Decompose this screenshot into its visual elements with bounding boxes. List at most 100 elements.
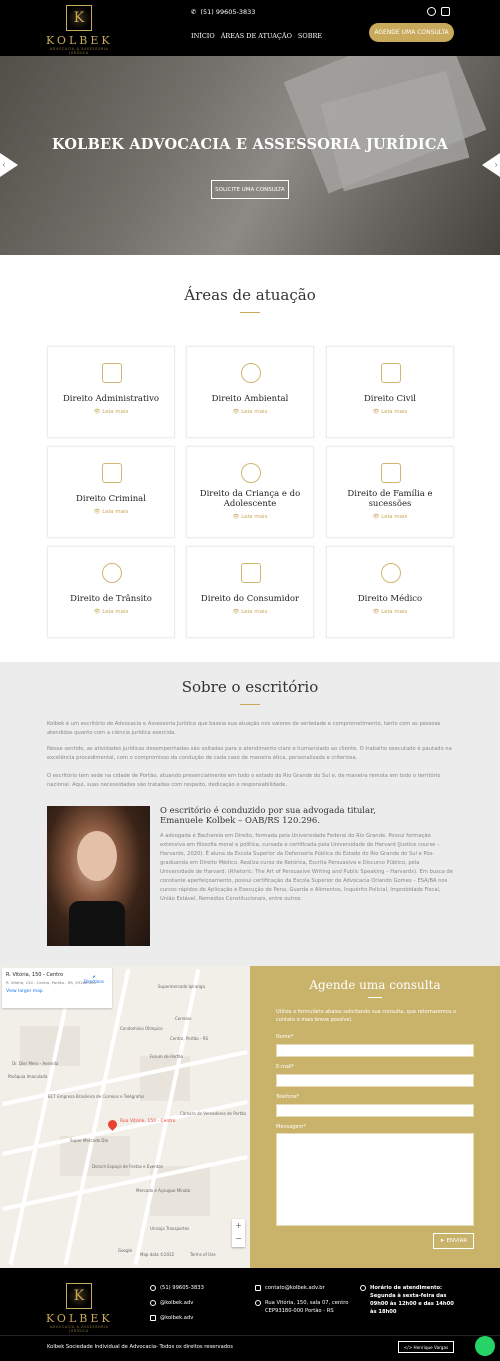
footer-address-text: Rua Vitória, 150, sala 07, centro CEP931… bbox=[265, 1300, 349, 1314]
doctor-icon bbox=[381, 563, 401, 583]
zoom-out-icon[interactable]: − bbox=[232, 1232, 245, 1245]
area-card-title: Direito de Trânsito bbox=[70, 594, 152, 604]
area-card-consumidor[interactable]: Direito do Consumidor 👁 Leia mais bbox=[186, 546, 314, 638]
map-pin-label: Rua Vitória, 150 - Centro bbox=[120, 1119, 176, 1124]
lawyer-name: Emanuele Kolbek – OAB/RS 120.296. bbox=[160, 816, 320, 826]
read-more-label: Leia mais bbox=[381, 409, 408, 415]
area-card-familia[interactable]: Direito de Família e sucessões 👁 Leia ma… bbox=[326, 446, 454, 538]
phone-field[interactable] bbox=[276, 1104, 474, 1117]
read-more-link[interactable]: 👁 Leia mais bbox=[187, 609, 313, 615]
location-map[interactable]: R. Vitória, 150 - Centro R. Vitória, 150… bbox=[0, 966, 250, 1268]
map-label: Dr. Dier Mero - Avenida bbox=[12, 1061, 59, 1066]
footer-email[interactable]: contato@kolbek.adv.br bbox=[255, 1284, 325, 1292]
name-field[interactable] bbox=[276, 1044, 474, 1057]
lawyer-heading: O escritório é conduzido por sua advogad… bbox=[160, 806, 376, 816]
read-more-label: Leia mais bbox=[241, 514, 268, 520]
map-label: Paróquia Imaculada bbox=[8, 1074, 48, 1079]
area-card-title: Direito do Consumidor bbox=[200, 594, 300, 604]
phone-label: Telefone* bbox=[276, 1094, 300, 1100]
read-more-label: Leia mais bbox=[241, 609, 268, 615]
map-street bbox=[63, 968, 131, 1266]
email-field[interactable] bbox=[276, 1074, 474, 1087]
family-icon bbox=[381, 463, 401, 483]
read-more-link[interactable]: 👁 Leia mais bbox=[327, 609, 453, 615]
site-header: K KOLBEK ADVOCACIA & ASSESSORIA JURÍDICA… bbox=[0, 0, 500, 56]
zoom-in-icon[interactable]: + bbox=[232, 1219, 245, 1232]
area-card-administrativo[interactable]: Direito Administrativo 👁 Leia mais bbox=[47, 346, 175, 438]
directions-label: Directions bbox=[83, 979, 104, 984]
submit-button[interactable]: ➤ ENVIAR bbox=[433, 1233, 474, 1249]
header-social bbox=[427, 7, 450, 16]
about-paragraph: Nesse sentido, as atividades jurídicas d… bbox=[47, 746, 452, 761]
map-label: Map data ©2022 bbox=[140, 1252, 175, 1257]
areas-title-underline bbox=[240, 312, 260, 313]
logo-name: KOLBEK bbox=[46, 34, 113, 47]
read-more-link[interactable]: 👁 Leia mais bbox=[48, 409, 174, 415]
area-card-title: Direito Médico bbox=[357, 594, 423, 604]
instagram-icon[interactable] bbox=[441, 7, 450, 16]
read-more-link[interactable]: 👁 Leia mais bbox=[48, 609, 174, 615]
read-more-label: Leia mais bbox=[102, 409, 129, 415]
footer-hours: Horário de atendimento: Segunda à sexta-f… bbox=[360, 1284, 460, 1316]
footer-copyright: Kolbek Sociedade Individual de Advocacia… bbox=[47, 1344, 233, 1350]
name-label: Nome* bbox=[276, 1034, 294, 1040]
lawyer-bio: A advogada é Bacharela em Direito, forma… bbox=[160, 833, 453, 902]
nav-sobre[interactable]: SOBRE bbox=[298, 32, 322, 40]
logo[interactable]: K KOLBEK ADVOCACIA & ASSESSORIA JURÍDICA bbox=[46, 5, 113, 55]
area-card-ambiental[interactable]: Direito Ambiental 👁 Leia mais bbox=[186, 346, 314, 438]
map-label: Supermercado Ipiranga bbox=[158, 984, 205, 989]
area-card-crianca[interactable]: Direito da Criança e do Adolescente 👁 Le… bbox=[186, 446, 314, 538]
footer-facebook[interactable]: @kolbek.adv bbox=[150, 1299, 193, 1307]
area-card-title: Direito Criminal bbox=[76, 494, 146, 504]
view-larger-map-link[interactable]: View larger map bbox=[6, 989, 108, 994]
about-paragraph: Kolbek é um escritório de Advocacia e As… bbox=[47, 721, 441, 736]
read-more-link[interactable]: 👁 Leia mais bbox=[327, 514, 453, 520]
read-more-label: Leia mais bbox=[381, 514, 408, 520]
lawyer-photo-face bbox=[77, 831, 117, 881]
site-footer: K KOLBEK ADVOCACIA & ASSESSORIA JURÍDICA… bbox=[0, 1268, 500, 1361]
area-card-criminal[interactable]: Direito Criminal 👁 Leia mais bbox=[47, 446, 175, 538]
nav-areas[interactable]: ÁREAS DE ATUAÇÃO bbox=[221, 32, 292, 40]
read-more-link[interactable]: 👁 Leia mais bbox=[187, 514, 313, 520]
footer-phone[interactable]: (51) 99605-3833 bbox=[150, 1284, 204, 1292]
area-card-title: Direito Ambiental bbox=[211, 394, 289, 404]
area-card-transito[interactable]: Direito de Trânsito 👁 Leia mais bbox=[47, 546, 175, 638]
read-more-link[interactable]: 👁 Leia mais bbox=[327, 409, 453, 415]
facebook-icon[interactable] bbox=[427, 7, 436, 16]
developer-credit-link[interactable]: </> Henrique Vargas bbox=[398, 1341, 454, 1353]
hero-cta-button[interactable]: SOLICITE UMA CONSULTA bbox=[211, 180, 289, 199]
header-phone-number: (51) 99605-3833 bbox=[200, 8, 256, 16]
read-more-link[interactable]: 👁 Leia mais bbox=[48, 509, 174, 515]
directions-button[interactable]: ⬈ Directions bbox=[84, 974, 104, 984]
phone-icon: ✆ bbox=[191, 8, 197, 16]
document-icon bbox=[381, 363, 401, 383]
area-card-title: Direito Administrativo bbox=[62, 394, 160, 404]
header-cta-button[interactable]: AGENDE UMA CONSULTA bbox=[369, 23, 454, 42]
footer-instagram[interactable]: @kolbek.adv bbox=[150, 1314, 193, 1322]
map-zoom-controls[interactable]: + − bbox=[232, 1219, 245, 1247]
footer-email-text: contato@kolbek.adv.br bbox=[265, 1285, 325, 1291]
map-label: Super Mercado Dia bbox=[70, 1138, 109, 1143]
footer-hours-title: Horário de atendimento: bbox=[370, 1285, 443, 1291]
consumer-icon bbox=[241, 563, 261, 583]
area-card-civil[interactable]: Direito Civil 👁 Leia mais bbox=[326, 346, 454, 438]
form-intro: Utilize o formulário abaixo solicitando … bbox=[276, 1009, 457, 1023]
lawyer-photo-clothing bbox=[69, 901, 125, 946]
footer-logo[interactable]: K KOLBEK ADVOCACIA & ASSESSORIA JURÍDICA bbox=[46, 1283, 112, 1333]
traffic-icon bbox=[102, 563, 122, 583]
whatsapp-float-icon[interactable] bbox=[475, 1336, 495, 1356]
footer-facebook-text: @kolbek.adv bbox=[160, 1300, 194, 1306]
area-card-medico[interactable]: Direito Médico 👁 Leia mais bbox=[326, 546, 454, 638]
map-label: Terms of Use bbox=[190, 1252, 216, 1257]
footer-logo-name: KOLBEK bbox=[46, 1312, 113, 1325]
message-field[interactable] bbox=[276, 1133, 474, 1226]
read-more-label: Leia mais bbox=[102, 509, 129, 515]
footer-logo-tagline: ADVOCACIA & ASSESSORIA JURÍDICA bbox=[49, 1325, 109, 1333]
criminal-icon bbox=[102, 463, 122, 483]
nav-inicio[interactable]: INÍCIO bbox=[191, 32, 215, 40]
submit-label: ENVIAR bbox=[446, 1238, 468, 1244]
header-phone[interactable]: ✆ (51) 99605-3833 bbox=[191, 8, 255, 16]
instagram-icon bbox=[150, 1315, 156, 1321]
main-nav: INÍCIO ÁREAS DE ATUAÇÃO SOBRE bbox=[191, 32, 322, 40]
read-more-link[interactable]: 👁 Leia mais bbox=[187, 409, 313, 415]
